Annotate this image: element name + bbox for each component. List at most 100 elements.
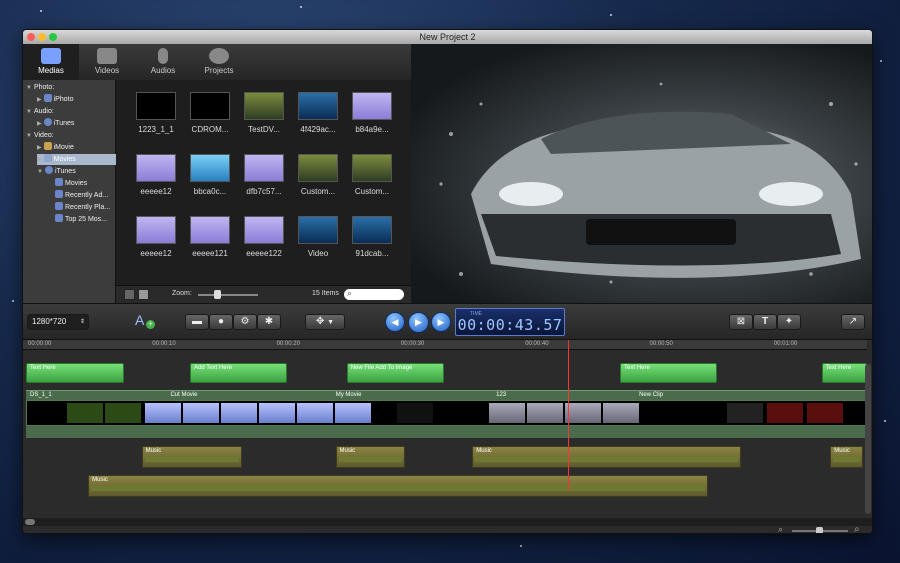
tree-item-recently-added[interactable]: Recently Ad... bbox=[55, 190, 108, 201]
media-item[interactable]: TestDV... bbox=[236, 80, 292, 136]
text-clip[interactable]: Text Here bbox=[821, 363, 867, 383]
tree-item-itunes-audio[interactable]: ▶ iTunes bbox=[37, 118, 74, 129]
media-item[interactable]: bbca0c... bbox=[182, 142, 238, 198]
media-thumbnail bbox=[298, 216, 338, 244]
media-item[interactable]: eeeee122 bbox=[236, 204, 292, 260]
timeline[interactable]: 00:00:00 00:00:10 00:00:20 00:00:30 00:00:40… bbox=[23, 339, 872, 533]
tab-audios[interactable]: Audios bbox=[135, 44, 191, 80]
snapshot-button[interactable]: ▬ bbox=[185, 314, 209, 330]
resolution-select[interactable]: 1280*720 ⇕ bbox=[27, 314, 89, 330]
transition-button[interactable]: ✦ bbox=[777, 314, 801, 330]
tree-item-itunes-movies[interactable]: Movies bbox=[55, 178, 87, 189]
search-field[interactable]: ⌕ bbox=[344, 288, 404, 300]
playhead[interactable] bbox=[567, 340, 569, 490]
zoom-out-icon[interactable]: ⌕ bbox=[778, 524, 783, 533]
media-item-label: Custom... bbox=[354, 187, 390, 196]
timecode: 00:00:43.57 bbox=[457, 316, 563, 334]
tree-item-recently-played[interactable]: Recently Pla... bbox=[55, 202, 110, 213]
scroll-thumb[interactable] bbox=[25, 519, 35, 525]
media-item[interactable]: 91dcab... bbox=[344, 204, 400, 260]
text-clip[interactable]: New File Add To Image bbox=[346, 363, 444, 383]
audio-waveform bbox=[338, 457, 403, 462]
zoom-slider-knob[interactable] bbox=[213, 290, 221, 299]
text-clip[interactable]: Text Here bbox=[26, 363, 125, 383]
timeline-zoom-knob[interactable] bbox=[816, 527, 823, 533]
title-text-button[interactable]: T bbox=[753, 314, 777, 330]
forward-button[interactable]: ▶ bbox=[431, 312, 451, 332]
film-reel-icon bbox=[209, 48, 229, 64]
tree-item-top25[interactable]: Top 25 Mos... bbox=[55, 214, 107, 225]
media-item[interactable]: CDROM... bbox=[182, 80, 238, 136]
effects-button[interactable]: ✱ bbox=[257, 314, 281, 330]
text-clip[interactable]: Text Here bbox=[620, 363, 718, 383]
media-item-label: eeeee122 bbox=[246, 249, 282, 258]
itunes-icon bbox=[43, 118, 52, 126]
media-item[interactable]: b84a9e... bbox=[344, 80, 400, 136]
play-button[interactable]: ▶ bbox=[408, 312, 429, 333]
media-item-label: 4f429ac... bbox=[300, 125, 336, 134]
vertical-scrollbar[interactable] bbox=[865, 364, 871, 514]
audio-clip[interactable]: Music bbox=[472, 446, 741, 468]
text-clip[interactable]: Add Text Here bbox=[190, 363, 288, 383]
video-clip-label[interactable]: 123 bbox=[496, 392, 506, 398]
media-item[interactable]: 1223_1_1 bbox=[128, 80, 184, 136]
zoom-in-icon[interactable]: ⌕ bbox=[854, 524, 860, 533]
media-item[interactable]: Custom... bbox=[290, 142, 346, 198]
video-clip-label[interactable]: New Clip bbox=[639, 392, 663, 398]
media-item[interactable]: Video bbox=[290, 204, 346, 260]
audio-clip[interactable]: Music bbox=[141, 446, 243, 468]
media-thumbnail bbox=[298, 92, 338, 120]
media-icon bbox=[41, 48, 61, 64]
plus-icon: + bbox=[146, 320, 155, 329]
zoom-label: Zoom: bbox=[172, 290, 192, 297]
tab-medias[interactable]: Medias bbox=[23, 44, 79, 80]
zoom-button[interactable] bbox=[49, 33, 57, 41]
video-clip-label[interactable]: Cut Movie bbox=[170, 392, 197, 398]
media-item[interactable]: Custom... bbox=[344, 142, 400, 198]
media-thumbnail bbox=[136, 216, 176, 244]
timeline-zoom: ⌕ ⌕ bbox=[778, 524, 868, 533]
tree-item-imovie[interactable]: ▶ iMovie bbox=[37, 142, 74, 153]
audio-clip-label: Music bbox=[145, 448, 162, 454]
text-plus-icon: A bbox=[135, 312, 145, 328]
video-clip-label[interactable]: DS_1_1 bbox=[30, 392, 52, 398]
list-view-button[interactable] bbox=[138, 289, 149, 300]
horizontal-scrollbar[interactable] bbox=[23, 518, 872, 526]
media-item[interactable]: eeeee12 bbox=[128, 142, 184, 198]
media-item[interactable]: 4f429ac... bbox=[290, 80, 346, 136]
minimize-button[interactable] bbox=[38, 33, 46, 41]
tree-header-audio[interactable]: ▼ Audio: bbox=[26, 106, 54, 117]
media-item[interactable]: dfb7c57... bbox=[236, 142, 292, 198]
time-ruler[interactable]: 00:00:00 00:00:10 00:00:20 00:00:30 00:00:40… bbox=[23, 340, 867, 350]
add-text-effect-button[interactable]: A + bbox=[135, 312, 155, 332]
tree-header-video[interactable]: ▼ Video: bbox=[26, 130, 54, 141]
audio-clip[interactable]: Music bbox=[88, 475, 709, 497]
settings-button[interactable]: ⚙ bbox=[233, 314, 257, 330]
media-thumbnail bbox=[352, 154, 392, 182]
video-track[interactable] bbox=[26, 400, 867, 426]
tab-projects[interactable]: Projects bbox=[191, 44, 247, 80]
audio-clip[interactable]: Music bbox=[830, 446, 863, 468]
audio-clip[interactable]: Music bbox=[335, 446, 406, 468]
tree-item-iphoto[interactable]: ▶ iPhoto bbox=[37, 94, 73, 105]
zoom-slider[interactable] bbox=[198, 290, 258, 299]
rewind-button[interactable]: ◀ bbox=[385, 312, 405, 332]
move-arrows-icon: ✥ bbox=[315, 316, 325, 327]
crop-button[interactable]: ⊠ bbox=[729, 314, 753, 330]
tree-header-photo[interactable]: ▼ Photo: bbox=[26, 82, 54, 93]
stepper-icon: ⇕ bbox=[79, 319, 85, 325]
icon-view-button[interactable] bbox=[124, 289, 135, 300]
video-clip-label[interactable]: My Movie bbox=[336, 392, 362, 398]
search-input[interactable] bbox=[356, 290, 400, 299]
export-button[interactable]: ↗ bbox=[841, 314, 865, 330]
media-grid-footer: Zoom: 15 Items ⌕ bbox=[116, 285, 411, 303]
timeline-zoom-slider[interactable] bbox=[792, 527, 848, 533]
media-item[interactable]: eeeee121 bbox=[182, 204, 238, 260]
tree-item-movies[interactable]: ▶ Movies bbox=[37, 154, 116, 165]
tree-item-itunes-video[interactable]: ▼ iTunes bbox=[37, 166, 76, 177]
close-button[interactable] bbox=[27, 33, 35, 41]
transform-menu-button[interactable]: ✥ ▼ bbox=[305, 314, 345, 330]
record-audio-button[interactable]: ● bbox=[209, 314, 233, 330]
media-item[interactable]: eeeee12 bbox=[128, 204, 184, 260]
tab-videos[interactable]: Videos bbox=[79, 44, 135, 80]
